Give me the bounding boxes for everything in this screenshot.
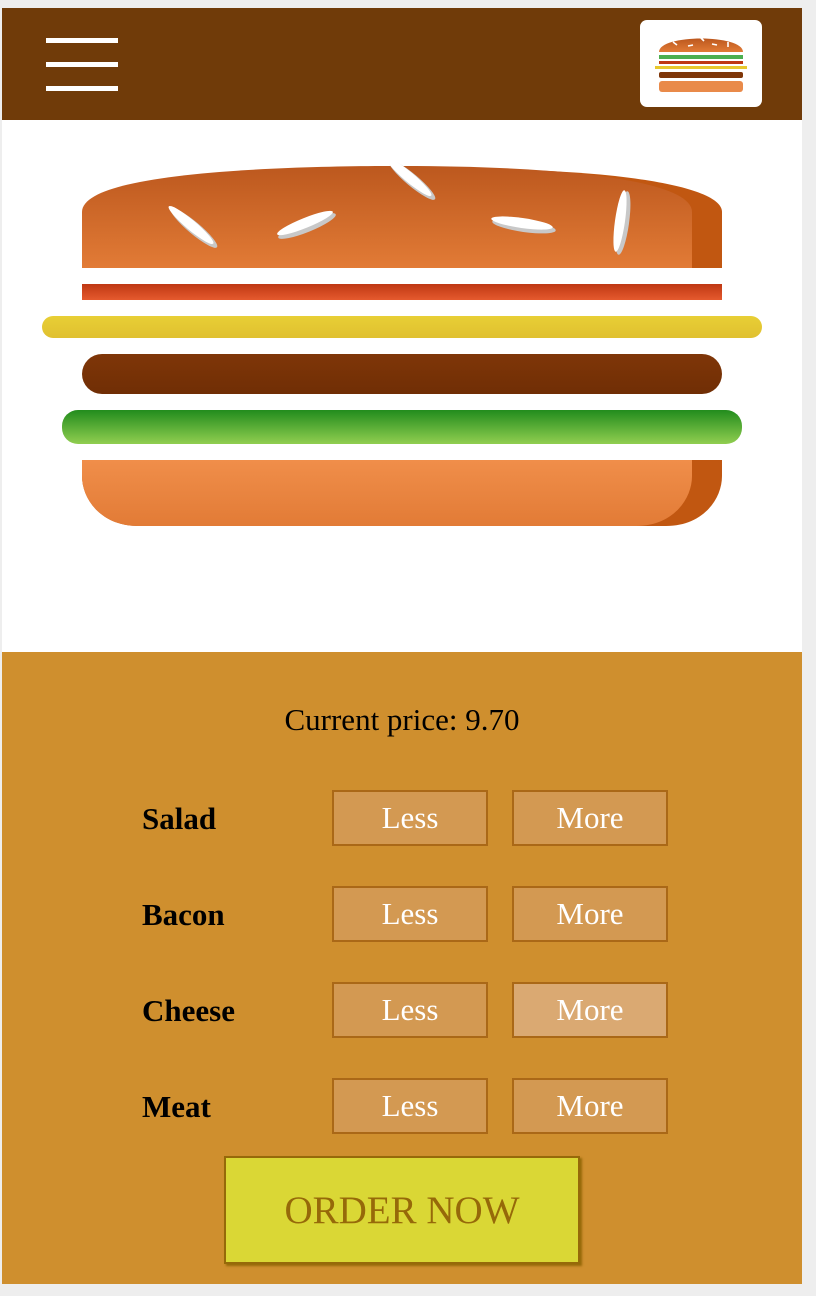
- cheese-more-button[interactable]: More: [512, 982, 668, 1038]
- build-controls: Current price: 9.70 Salad Less More Baco…: [2, 652, 802, 1284]
- control-row-bacon: Bacon Less More: [142, 886, 682, 946]
- bread-top: [82, 157, 722, 268]
- control-row-meat: Meat Less More: [142, 1078, 682, 1138]
- menu-bar-line: [46, 38, 118, 43]
- cheese-layer: [42, 316, 762, 338]
- bacon-more-button[interactable]: More: [512, 886, 668, 942]
- control-label: Bacon: [142, 897, 225, 932]
- menu-bar-line: [46, 86, 118, 91]
- control-row-cheese: Cheese Less More: [142, 982, 682, 1042]
- control-label: Cheese: [142, 993, 235, 1028]
- meat-more-button[interactable]: More: [512, 1078, 668, 1134]
- meat-less-button[interactable]: Less: [332, 1078, 488, 1134]
- control-label: Meat: [142, 1089, 211, 1124]
- toolbar: [2, 8, 802, 120]
- menu-bar-line: [46, 62, 118, 67]
- burger-illustration: [42, 157, 762, 526]
- order-now-button[interactable]: ORDER NOW: [224, 1156, 580, 1264]
- control-row-salad: Salad Less More: [142, 790, 682, 850]
- salad-more-button[interactable]: More: [512, 790, 668, 846]
- bread-bottom: [82, 460, 722, 526]
- current-price: Current price: 9.70: [284, 702, 520, 737]
- cheese-less-button[interactable]: Less: [332, 982, 488, 1038]
- salad-layer: [62, 410, 742, 444]
- logo[interactable]: [640, 20, 762, 107]
- app-frame: Current price: 9.70 Salad Less More Baco…: [2, 8, 802, 1284]
- burger-logo-icon: [655, 36, 747, 92]
- burger-preview: [2, 120, 802, 652]
- bacon-less-button[interactable]: Less: [332, 886, 488, 942]
- bacon-layer: [82, 284, 722, 300]
- salad-less-button[interactable]: Less: [332, 790, 488, 846]
- hamburger-menu-icon[interactable]: [46, 38, 118, 92]
- meat-layer: [82, 354, 722, 394]
- control-label: Salad: [142, 801, 217, 836]
